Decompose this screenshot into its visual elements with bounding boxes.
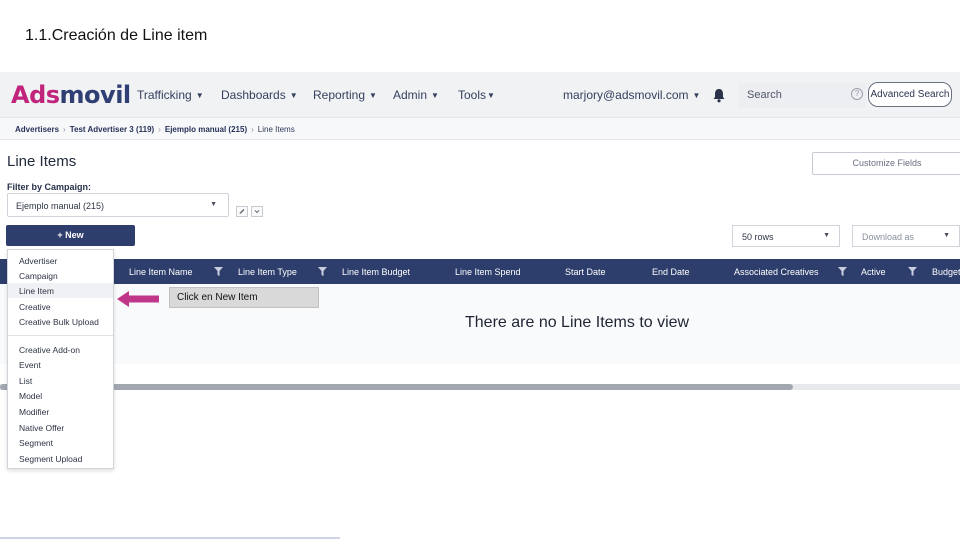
campaign-select-value: Ejemplo manual (215) xyxy=(16,201,105,211)
chevron-down-icon[interactable] xyxy=(251,206,263,217)
breadcrumb-chevron-icon: › xyxy=(251,125,254,134)
breadcrumb-chevron-icon: › xyxy=(63,125,66,134)
adsmovil-logo[interactable]: Adsmovil xyxy=(11,81,131,109)
rows-select-value: 50 rows xyxy=(742,232,774,242)
logo-part-ads: Ads xyxy=(11,81,60,109)
empty-state-message: There are no Line Items to view xyxy=(465,314,690,331)
app-window: Adsmovil Trafficking ▼ Dashboards ▼ Report… xyxy=(0,72,960,472)
menu-item-advertiser[interactable]: Advertiser xyxy=(8,253,113,268)
breadcrumb-advertiser[interactable]: Test Advertiser 3 (119) xyxy=(70,125,154,134)
help-icon[interactable]: ? xyxy=(851,88,863,100)
filter-label: Filter by Campaign: xyxy=(7,182,92,192)
top-navbar: Adsmovil Trafficking ▼ Dashboards ▼ Report… xyxy=(0,72,960,118)
scrollbar-thumb[interactable] xyxy=(0,384,793,390)
pencil-icon[interactable] xyxy=(236,206,248,217)
nav-reporting-label: Reporting xyxy=(313,88,366,102)
breadcrumb-current: Line Items xyxy=(257,125,295,134)
caret-down-icon: ▼ xyxy=(431,91,439,100)
caret-down-icon: ▼ xyxy=(487,91,495,100)
menu-item-native-offer[interactable]: Native Offer xyxy=(8,420,113,435)
column-header-line-item-type[interactable]: Line Item Type xyxy=(238,267,297,277)
menu-item-creative-add-on[interactable]: Creative Add-on xyxy=(8,342,113,357)
column-header-line-item-budget[interactable]: Line Item Budget xyxy=(342,267,410,277)
menu-item-model[interactable]: Model xyxy=(8,388,113,403)
search-placeholder: Search xyxy=(747,89,782,101)
column-header-start-date[interactable]: Start Date xyxy=(565,267,606,277)
campaign-select[interactable]: Ejemplo manual (215) ▼ xyxy=(7,193,229,217)
nav-trafficking[interactable]: Trafficking ▼ xyxy=(137,88,204,102)
advanced-search-button[interactable]: Advanced Search xyxy=(868,82,952,107)
menu-item-segment-upload[interactable]: Segment Upload xyxy=(8,451,113,466)
menu-item-event[interactable]: Event xyxy=(8,357,113,372)
page-title: Line Items xyxy=(7,153,77,170)
column-header-end-date[interactable]: End Date xyxy=(652,267,690,277)
menu-item-line-item[interactable]: Line Item xyxy=(8,283,113,298)
breadcrumb-chevron-icon: › xyxy=(158,125,161,134)
nav-dashboards-label: Dashboards xyxy=(221,88,286,102)
column-header-associated-creatives[interactable]: Associated Creatives xyxy=(734,267,819,277)
breadcrumb-campaign[interactable]: Ejemplo manual (215) xyxy=(165,125,247,134)
new-dropdown-menu: Advertiser Campaign Line Item Creative C… xyxy=(7,249,114,469)
caret-down-icon: ▼ xyxy=(289,91,298,100)
user-email: marjory@adsmovil.com xyxy=(563,88,689,102)
filter-icon[interactable] xyxy=(318,267,327,276)
column-header-line-item-name[interactable]: Line Item Name xyxy=(129,267,193,277)
nav-reporting[interactable]: Reporting ▼ xyxy=(313,88,377,102)
annotation-callout: Click en New Item xyxy=(169,287,319,308)
nav-dashboards[interactable]: Dashboards ▼ xyxy=(221,88,298,102)
caret-down-icon: ▼ xyxy=(369,91,377,100)
caret-down-icon: ▼ xyxy=(195,91,204,100)
user-menu[interactable]: marjory@adsmovil.com ▼ xyxy=(563,88,700,102)
search-input[interactable]: Search xyxy=(738,83,866,108)
menu-divider xyxy=(8,335,113,336)
breadcrumb-advertisers[interactable]: Advertisers xyxy=(15,125,59,134)
filter-icon[interactable] xyxy=(838,267,847,276)
caret-down-icon: ▼ xyxy=(823,232,830,239)
menu-item-modifier[interactable]: Modifier xyxy=(8,404,113,419)
nav-admin[interactable]: Admin ▼ xyxy=(393,88,439,102)
menu-item-segment[interactable]: Segment xyxy=(8,435,113,450)
download-as-select[interactable]: Download as ▼ xyxy=(852,225,960,247)
new-button[interactable]: + New xyxy=(6,225,135,246)
caret-down-icon: ▼ xyxy=(210,201,217,208)
menu-item-creative[interactable]: Creative xyxy=(8,299,113,314)
table-header: Line Item Name Line Item Type Line Item … xyxy=(0,259,960,284)
bottom-divider xyxy=(0,537,340,539)
filter-icon[interactable] xyxy=(214,267,223,276)
caret-down-icon: ▼ xyxy=(692,91,701,100)
breadcrumb: Advertisers › Test Advertiser 3 (119) › Ejem… xyxy=(0,118,960,140)
customize-fields-button[interactable]: Customize Fields xyxy=(812,152,960,175)
menu-item-creative-bulk-upload[interactable]: Creative Bulk Upload xyxy=(8,314,113,329)
slide-title: 1.1.Creación de Line item xyxy=(25,27,208,44)
menu-item-list[interactable]: List xyxy=(8,373,113,388)
nav-admin-label: Admin xyxy=(393,88,428,102)
nav-tools[interactable]: Tools▼ xyxy=(458,88,495,102)
filter-icon[interactable] xyxy=(908,267,917,276)
nav-trafficking-label: Trafficking xyxy=(137,88,192,102)
rows-per-page-select[interactable]: 50 rows ▼ xyxy=(732,225,840,247)
column-header-active[interactable]: Active xyxy=(861,267,886,277)
download-select-placeholder: Download as xyxy=(862,232,915,242)
column-header-line-item-spend[interactable]: Line Item Spend xyxy=(455,267,521,277)
menu-item-campaign[interactable]: Campaign xyxy=(8,268,113,283)
nav-tools-label: Tools xyxy=(458,88,487,102)
caret-down-icon: ▼ xyxy=(943,232,950,239)
pointer-arrow-icon xyxy=(117,291,159,307)
column-header-budget[interactable]: Budget xyxy=(932,267,960,277)
horizontal-scrollbar[interactable] xyxy=(0,384,960,390)
bell-icon[interactable] xyxy=(712,88,726,103)
logo-part-movil: movil xyxy=(59,81,132,109)
